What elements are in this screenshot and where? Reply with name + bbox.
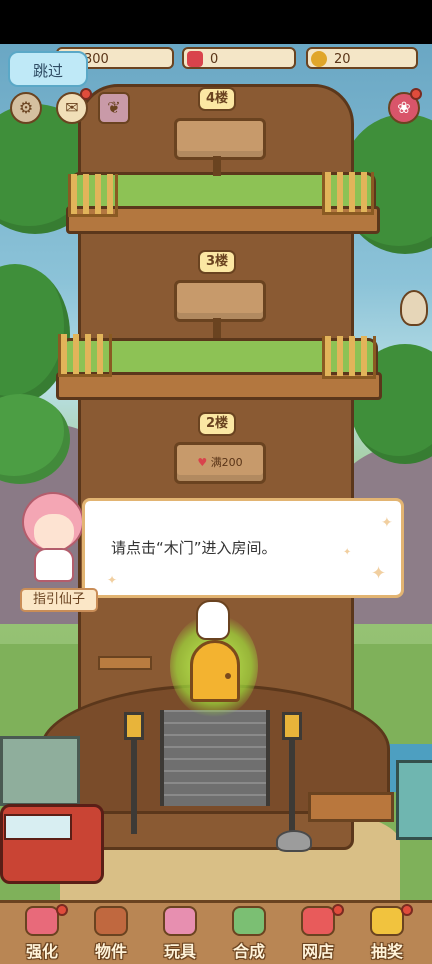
floor-sign[interactable]	[174, 280, 266, 322]
cat	[276, 830, 312, 852]
floor-badge: 3楼	[198, 250, 236, 274]
nav-label: 物件	[94, 942, 127, 961]
wooden-door[interactable]	[190, 640, 240, 702]
floor-badge: 2楼	[198, 412, 236, 436]
sparkle-icon: ✦	[343, 547, 352, 558]
book-icon[interactable]: ❦	[98, 92, 130, 124]
swirl-candy-icon	[25, 906, 59, 936]
heart-value: 0	[210, 52, 219, 67]
fence-left	[58, 334, 112, 377]
gold-counter: 20	[306, 47, 418, 69]
dialog-text: 请点击“木门”进入房间。	[111, 539, 277, 557]
pointing-hand-icon	[196, 600, 230, 640]
nav-label: 合成	[232, 942, 265, 961]
nav-item-0[interactable]: 强化	[8, 904, 76, 964]
sign-post	[213, 156, 221, 176]
game-scene: 4楼 3楼 2楼 ♥ 满200	[0, 44, 432, 900]
toy-box-icon	[163, 906, 197, 936]
tutorial-dialog[interactable]: 请点击“木门”进入房间。 ✦ ✦ ✦ ✦	[82, 498, 404, 598]
notification-dot	[410, 88, 422, 100]
floor-badge: 4楼	[198, 87, 236, 111]
heart-icon	[187, 51, 203, 67]
heart-icon: ♥	[197, 456, 208, 469]
fairy-face	[34, 514, 74, 550]
sparkle-icon: ✦	[107, 573, 118, 587]
notification-dot	[56, 904, 68, 916]
nav-label: 抽奖	[370, 942, 403, 961]
heart-counter: 0	[182, 47, 296, 69]
nav-item-5[interactable]: 抽奖	[353, 904, 421, 964]
nav-item-1[interactable]: 物件	[77, 904, 145, 964]
floor-sign[interactable]	[174, 118, 266, 160]
notification-dot	[80, 88, 92, 100]
swing	[98, 656, 152, 670]
fence-right	[322, 336, 376, 379]
lamp-right	[282, 712, 302, 740]
lamp-left	[124, 712, 144, 740]
bridge	[160, 710, 270, 806]
sparkle-icon: ✦	[371, 563, 387, 584]
nav-item-4[interactable]: 网店	[284, 904, 352, 964]
gold-coin-icon	[311, 51, 327, 67]
piano-icon	[94, 906, 128, 936]
shop-icon	[301, 906, 335, 936]
gold-value: 20	[334, 52, 351, 67]
nav-item-2[interactable]: 玩具	[146, 904, 214, 964]
guide-fairy-avatar	[18, 492, 88, 586]
lamp-post-left	[131, 734, 137, 834]
vending-machine	[396, 760, 432, 840]
bench	[308, 792, 394, 822]
floor-sign[interactable]: ♥ 满200	[174, 442, 266, 484]
speaker-name-tag: 指引仙子	[20, 588, 98, 612]
sign-post	[213, 318, 221, 338]
bottom-nav-items: 强化 物件 玩具 合成 网店 抽奖	[8, 904, 428, 964]
nav-item-3[interactable]: 合成	[215, 904, 283, 964]
fence-right	[322, 172, 374, 215]
hot-air-balloon	[400, 290, 428, 326]
fence-left	[68, 174, 118, 217]
sparkle-icon: ✦	[381, 515, 393, 531]
notification-dot	[401, 904, 413, 916]
nav-label: 网店	[301, 942, 334, 961]
settings-gear-icon[interactable]: ⚙	[10, 92, 42, 124]
fairy-body	[34, 548, 74, 582]
skip-button[interactable]: 跳过	[8, 51, 88, 87]
van-window	[4, 814, 72, 840]
lamp-post-right	[289, 734, 295, 834]
status-bar	[0, 0, 432, 44]
sign-text: 满200	[210, 456, 243, 469]
bus-stop	[0, 736, 80, 806]
nav-label: 强化	[25, 942, 58, 961]
nav-label: 玩具	[163, 942, 196, 961]
cards-icon	[232, 906, 266, 936]
notification-dot	[332, 904, 344, 916]
door-knob	[225, 673, 231, 679]
lottery-wheel-icon	[370, 906, 404, 936]
